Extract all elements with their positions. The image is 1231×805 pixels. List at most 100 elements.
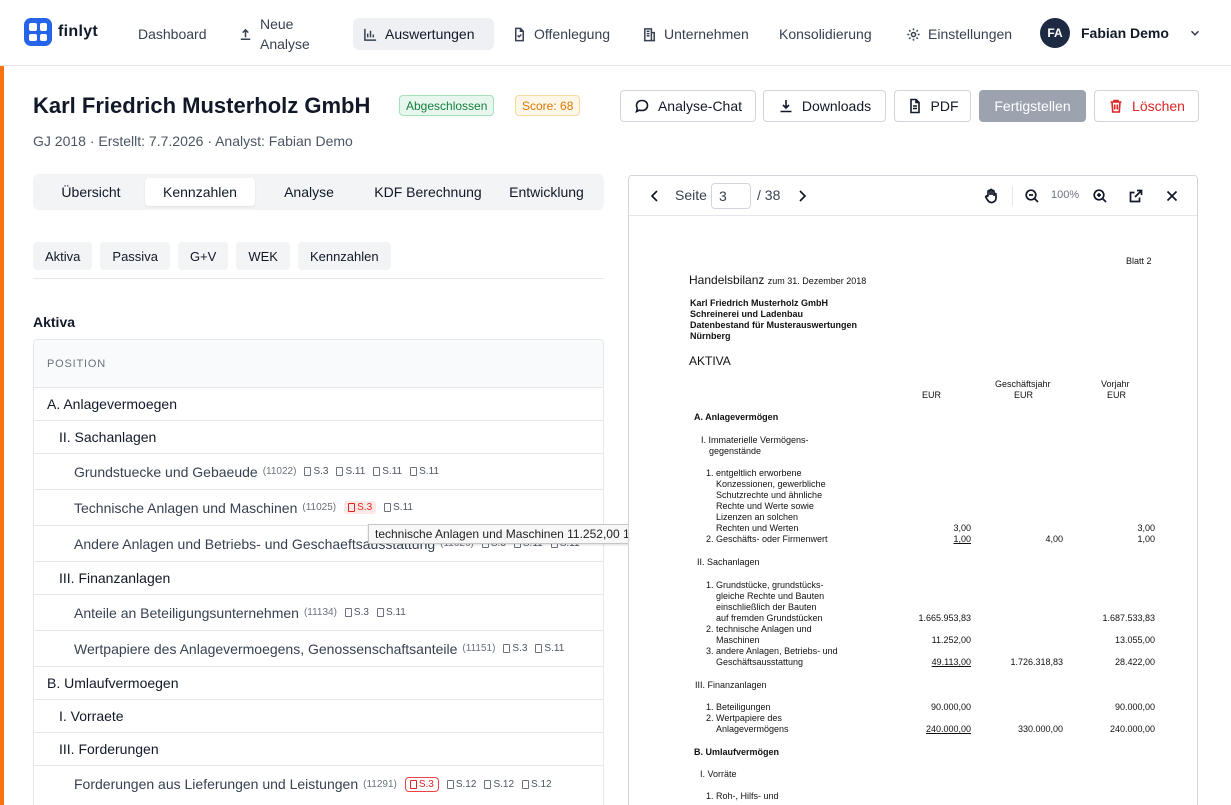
nav-unternehmen[interactable]: Unternehmen: [632, 18, 759, 50]
nav-einstellungen[interactable]: Einstellungen: [896, 18, 1022, 50]
doc-icon: [535, 644, 543, 653]
pdf-line: Rechten und Werten: [716, 523, 799, 533]
page-ref-link[interactable]: S.12: [522, 779, 552, 790]
close-icon[interactable]: [1164, 188, 1180, 204]
page-ref-text: S.12: [493, 778, 515, 790]
nav-new-analysis[interactable]: Neue Analyse: [228, 14, 320, 54]
subtab-wek[interactable]: WEK: [236, 242, 290, 270]
pdf-col-gj-eur: EUR: [1014, 390, 1034, 400]
nav-konsolidierung[interactable]: Konsolidierung: [769, 18, 882, 50]
pdf-title: Handelsbilanz zum 31. Dezember 2018: [689, 273, 866, 288]
table-row[interactable]: Wertpapiere des Anlagevermoegens, Genoss…: [34, 631, 603, 667]
pdf-line: gegenstände: [709, 446, 762, 456]
pdf-page: Blatt 2 Handelsbilanz zum 31. Dezember 2…: [629, 216, 1197, 805]
loeschen-button[interactable]: Löschen: [1094, 90, 1199, 122]
table-row[interactable]: III. Forderungen: [34, 733, 603, 766]
table-row[interactable]: Technische Anlagen und Maschinen (11025)…: [34, 490, 603, 526]
table-row[interactable]: Forderungen aus Lieferungen und Leistung…: [34, 766, 603, 802]
chevron-down-icon: [1190, 30, 1199, 36]
nav-auswertungen[interactable]: Auswertungen: [353, 18, 494, 50]
pdf-value: 90.000,00: [1114, 702, 1155, 712]
pdf-line: 2. Wertpapiere des: [706, 713, 782, 723]
account-code: (11134): [303, 607, 337, 618]
chevron-right-icon[interactable]: [794, 188, 810, 204]
file-icon: [515, 27, 524, 41]
fertigstellen-button[interactable]: Fertigstellen: [979, 90, 1086, 122]
subtab-passiva[interactable]: Passiva: [100, 242, 170, 270]
doc-icon: [373, 467, 381, 476]
page-ref-text: S.12: [531, 778, 552, 790]
subtab-kennzahlen[interactable]: Kennzahlen: [297, 242, 391, 270]
page-number-input[interactable]: 3: [711, 183, 751, 209]
table-row[interactable]: A. Anlagevermoegen: [34, 388, 603, 421]
page-ref-text: S.11: [382, 466, 403, 477]
pdf-line: II. Sachanlagen: [697, 557, 760, 567]
pdf-value: 90.000,00: [930, 702, 971, 712]
downloads-button[interactable]: Downloads: [763, 90, 886, 122]
page-ref-link[interactable]: S.11: [336, 466, 365, 477]
page-ref-link[interactable]: S.12: [484, 779, 514, 790]
pdf-value: 11.252,00: [931, 635, 971, 645]
account-code: (11025): [302, 502, 337, 513]
page-ref-link[interactable]: S.3: [344, 607, 369, 618]
table-row[interactable]: Grundstuecke und Gebaeude (11022) S.3 S.…: [34, 454, 603, 490]
subtab-aktiva[interactable]: Aktiva: [33, 242, 93, 270]
nav-offenlegung[interactable]: Offenlegung: [502, 18, 620, 50]
table-row[interactable]: II. Sachanlagen: [34, 421, 603, 454]
brand-logo[interactable]: finlyt: [24, 18, 98, 46]
page-ref-text: S.11: [385, 607, 406, 618]
table-row[interactable]: I. Vorraete: [34, 700, 603, 733]
chevron-left-icon[interactable]: [647, 188, 663, 204]
row-label: Forderungen aus Lieferungen und Leistung…: [74, 776, 359, 792]
tab-entwicklung[interactable]: Entwicklung: [495, 178, 598, 206]
doc-icon: [522, 779, 530, 789]
pdf-value: 28.422,00: [1114, 657, 1155, 667]
subtab-guv[interactable]: G+V: [177, 242, 229, 270]
page-ref-link-active[interactable]: S.3: [344, 501, 377, 514]
avatar: FA: [1040, 18, 1070, 48]
doc-icon: [376, 608, 384, 617]
tab-analyse[interactable]: Analyse: [255, 178, 363, 206]
tab-kennzahlen[interactable]: Kennzahlen: [145, 178, 255, 206]
page-ref-link[interactable]: S.3: [503, 643, 527, 654]
page-ref-link[interactable]: S.12: [446, 779, 476, 790]
page-ref-link-focused[interactable]: S.3: [404, 776, 439, 792]
pdf-viewer: Seite 3 / 38 100% Blatt 2 Handelsbilanz …: [628, 175, 1198, 805]
zoom-out-icon[interactable]: [1024, 188, 1040, 204]
accent-edge: [0, 66, 4, 805]
external-link-icon[interactable]: [1128, 188, 1144, 204]
divider: [33, 278, 604, 279]
account-code: (11022): [262, 466, 297, 477]
row-label: Technische Anlagen und Maschinen: [74, 499, 298, 516]
pdf-col-vj-eur: EUR: [1107, 390, 1127, 400]
pdf-value: 4,00: [1045, 534, 1063, 544]
page-ref-link[interactable]: S.11: [373, 466, 402, 477]
analyse-chat-button[interactable]: Analyse-Chat: [620, 90, 756, 122]
page-ref-link[interactable]: S.11: [535, 643, 564, 654]
page-ref-text: S.3: [418, 778, 434, 790]
doc-icon: [484, 779, 492, 789]
user-menu[interactable]: FA Fabian Demo: [1040, 18, 1202, 48]
table-row[interactable]: III. Finanzanlagen: [34, 562, 603, 595]
nav-new-analysis-label-line1: Neue: [260, 16, 294, 32]
table-row[interactable]: Anteile an Beteiligungsunternehmen (1113…: [34, 595, 603, 631]
page-ref-link[interactable]: S.3: [304, 466, 328, 477]
upload-icon: [240, 28, 251, 40]
doc-icon: [384, 503, 392, 512]
hand-pan-icon[interactable]: [983, 188, 999, 204]
page-ref-link[interactable]: S.11: [410, 466, 439, 477]
row-label: III. Finanzanlagen: [59, 570, 171, 586]
tab-kdf-berechnung[interactable]: KDF Berechnung: [363, 178, 493, 206]
page-ref-link[interactable]: S.11: [376, 607, 406, 618]
page-ref-link[interactable]: S.11: [384, 502, 413, 513]
pdf-line: Anlagevermögens: [716, 724, 789, 734]
tab-uebersicht[interactable]: Übersicht: [37, 178, 145, 206]
nav-dashboard[interactable]: Dashboard: [128, 18, 217, 50]
table-row[interactable]: B. Umlaufvermoegen: [34, 667, 603, 700]
page-title: Karl Friedrich Musterholz GmbH: [33, 93, 371, 118]
zoom-in-icon[interactable]: [1092, 188, 1108, 204]
nav-einstellungen-label: Einstellungen: [928, 26, 1013, 42]
pdf-company-line: Datenbestand für Musterauswertungen: [690, 320, 858, 330]
row-label: II. Sachanlagen: [59, 429, 157, 445]
pdf-button[interactable]: PDF: [894, 90, 971, 122]
